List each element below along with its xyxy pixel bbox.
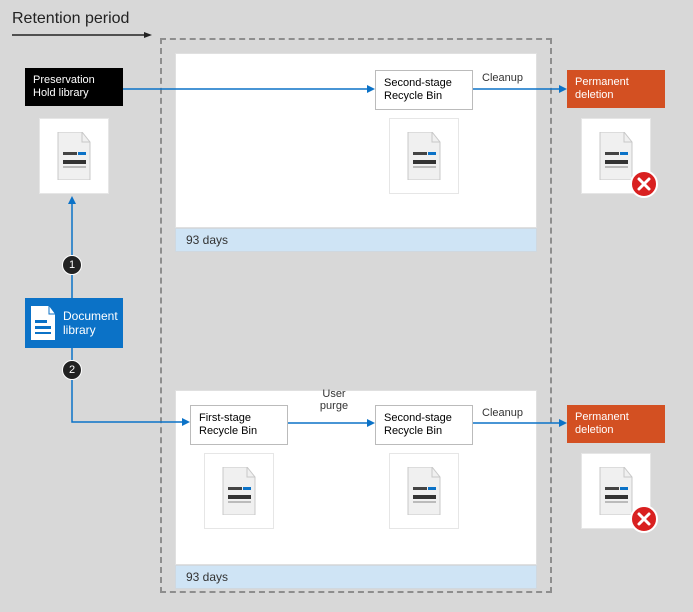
arrow-right-icon: [123, 84, 375, 94]
step-bubble-1: 1: [62, 255, 82, 275]
file-thumbnail: [204, 453, 274, 529]
duration-bar-bottom: 93 days: [175, 565, 537, 589]
document-library-box: Document library: [25, 298, 123, 348]
second-stage-bin-top: Second-stage Recycle Bin: [375, 70, 473, 110]
arrow-right-icon: [473, 84, 567, 94]
second-stage-bin-bottom: Second-stage Recycle Bin: [375, 405, 473, 445]
arrow-right-icon: [473, 418, 567, 428]
retention-arrow-icon: [12, 32, 152, 42]
file-icon: [404, 467, 444, 515]
preservation-hold-box: Preservation Hold library: [25, 68, 123, 106]
duration-bar-top: 93 days: [175, 228, 537, 252]
doc-library-label: Document library: [63, 309, 118, 337]
file-icon: [219, 467, 259, 515]
delete-x-icon: [630, 505, 658, 533]
duration-text: 93 days: [186, 233, 228, 247]
doc-library-icon: [29, 306, 57, 340]
retention-period-label: Retention period: [12, 10, 129, 28]
step-bubble-2: 2: [62, 360, 82, 380]
permanent-deletion-bottom: Permanent deletion: [567, 405, 665, 443]
file-thumbnail: [389, 453, 459, 529]
cleanup-label: Cleanup: [482, 72, 523, 84]
delete-x-icon: [630, 170, 658, 198]
arrow-elbow-icon: [66, 348, 190, 428]
permanent-deletion-top: Permanent deletion: [567, 70, 665, 108]
file-thumbnail: [39, 118, 109, 194]
arrow-up-icon: [66, 196, 78, 300]
duration-text: 93 days: [186, 570, 228, 584]
file-thumbnail: [389, 118, 459, 194]
user-purge-label: User purge: [314, 388, 354, 412]
first-stage-bin: First-stage Recycle Bin: [190, 405, 288, 445]
arrow-right-icon: [288, 418, 375, 428]
file-icon: [54, 132, 94, 180]
file-icon: [404, 132, 444, 180]
